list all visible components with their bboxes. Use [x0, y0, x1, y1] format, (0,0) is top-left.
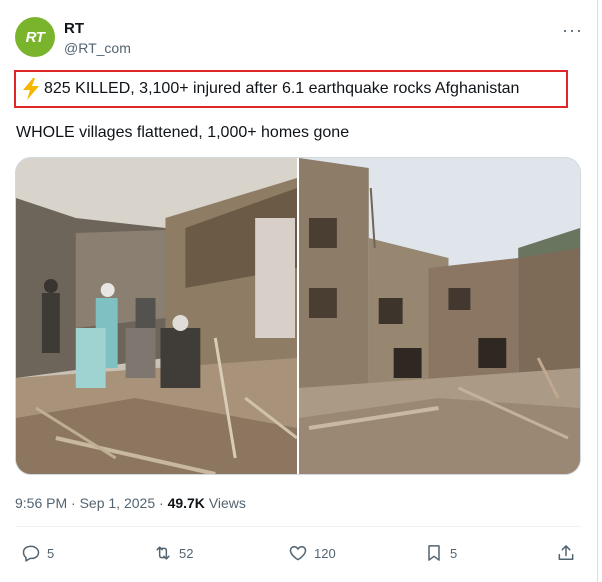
- views-label: Views: [208, 495, 246, 511]
- share-icon: [558, 545, 574, 560]
- repost-icon: [156, 546, 170, 560]
- repost-count: 52: [179, 545, 194, 561]
- meta-separator: ·: [71, 495, 76, 511]
- share-button[interactable]: [556, 543, 576, 563]
- meta-separator-2: ·: [159, 495, 164, 511]
- lightning-bolt-icon: [23, 78, 39, 100]
- tweet-card: RT RT @RT_com ··· 825 KILLED, 3,100+ inj…: [0, 0, 598, 582]
- author-handle[interactable]: @RT_com: [64, 40, 131, 56]
- bookmark-icon: [428, 545, 440, 561]
- tweet-subtext: WHOLE villages flattened, 1,000+ homes g…: [16, 124, 350, 141]
- photo-houses-image: [299, 158, 580, 474]
- repost-button[interactable]: 52: [153, 543, 193, 563]
- avatar[interactable]: RT: [15, 17, 55, 57]
- photo-collapsed-houses[interactable]: [299, 158, 580, 474]
- tweet-meta: 9:56 PM · Sep 1, 2025 · 49.7K Views: [15, 495, 246, 511]
- author-name[interactable]: RT: [64, 20, 84, 37]
- views-count: 49.7K: [167, 495, 205, 511]
- tweet-date[interactable]: Sep 1, 2025: [80, 495, 156, 511]
- reply-count: 5: [47, 545, 55, 561]
- photo-rescuers-image: [16, 158, 297, 474]
- like-button[interactable]: 120: [288, 543, 336, 563]
- like-count: 120: [314, 545, 336, 561]
- reply-icon: [22, 545, 40, 562]
- photo-rescuers-in-rubble[interactable]: [16, 158, 297, 474]
- headline-text: 825 KILLED, 3,100+ injured after 6.1 ear…: [44, 80, 520, 97]
- reply-button[interactable]: 5: [21, 543, 54, 563]
- bookmark-count: 5: [450, 545, 458, 561]
- headline-highlight: 825 KILLED, 3,100+ injured after 6.1 ear…: [14, 70, 568, 108]
- avatar-logo-text: RT: [25, 28, 45, 46]
- heart-icon: [289, 546, 307, 561]
- divider: [15, 526, 581, 527]
- bookmark-button[interactable]: 5: [424, 543, 457, 563]
- photo-grid: [15, 157, 581, 475]
- more-dots-icon[interactable]: ···: [562, 20, 583, 41]
- action-bar: 5 52 120 5: [0, 543, 598, 567]
- tweet-time[interactable]: 9:56 PM: [15, 495, 67, 511]
